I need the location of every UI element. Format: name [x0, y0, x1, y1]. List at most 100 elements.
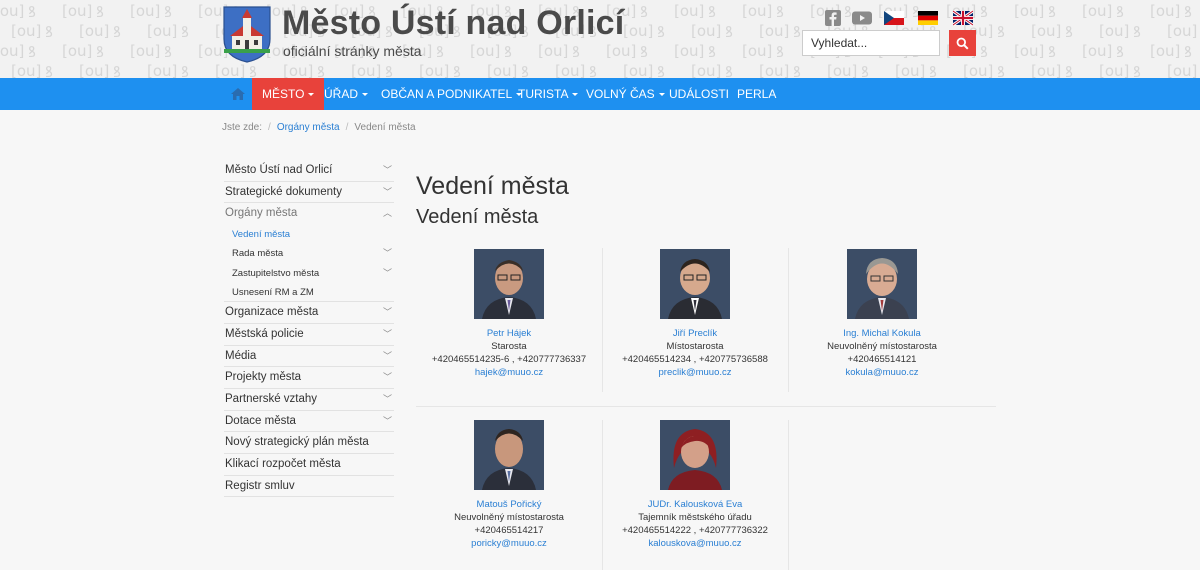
sidebar-item-organy-mesta[interactable]: Orgány města ︿ — [224, 203, 394, 225]
breadcrumb-link-organy-mesta[interactable]: Orgány města — [277, 122, 340, 133]
person-name[interactable]: Ing. Michal Kokula — [789, 327, 975, 340]
nav-item-urad[interactable]: ÚŘAD — [324, 78, 369, 110]
person-photo[interactable] — [474, 420, 544, 490]
pattern-mark: ꝸ — [980, 43, 988, 61]
pattern-mark: [ou] — [623, 22, 654, 40]
nav-home-button[interactable] — [226, 78, 250, 110]
sidebar-item-strategicky-plan[interactable]: Nový strategický plán města — [224, 432, 394, 455]
sidebar-item-partnerske-vztahy[interactable]: Partnerské vztahy ﹀ — [224, 389, 394, 411]
city-coat-of-arms-logo[interactable] — [222, 5, 272, 63]
sidebar-item-mesto-usti[interactable]: Město Ústí nad Orlicí ﹀ — [224, 160, 394, 182]
site-title[interactable]: Město Ústí nad Orlicí — [282, 4, 624, 43]
sidebar-item-strategicke-dokumenty[interactable]: Strategické dokumenty ﹀ — [224, 182, 394, 204]
person-photo[interactable] — [660, 420, 730, 490]
sidebar-subitem-vedeni-mesta[interactable]: Vedení města — [224, 225, 394, 244]
search-input[interactable] — [802, 30, 940, 56]
sidebar-item-media[interactable]: Média ﹀ — [224, 346, 394, 368]
nav-item-obcan-a-podnikatel[interactable]: OBČAN A PODNIKATEL — [381, 78, 523, 110]
site-subtitle: oficiální stránky města — [283, 43, 422, 59]
pattern-mark: [ou] — [0, 2, 25, 20]
nav-item-volny-cas[interactable]: VOLNÝ ČAS — [586, 78, 665, 110]
caret-down-icon — [362, 93, 369, 97]
person-name[interactable]: Petr Hájek — [416, 327, 602, 340]
pattern-mark: ꝸ — [708, 43, 716, 61]
pattern-mark: [ou] — [691, 62, 722, 78]
pattern-mark: ꝸ — [181, 23, 189, 41]
person-role: Neuvolněný místostarosta — [827, 341, 937, 352]
pattern-mark: ꝸ — [640, 43, 648, 61]
sidebar-subitem-usneseni[interactable]: Usnesení RM a ZM — [224, 283, 394, 303]
person-phone: +420465514217 — [474, 525, 544, 536]
pattern-mark: ꝸ — [96, 3, 104, 21]
person-email[interactable]: preclik@muuo.cz — [602, 366, 788, 379]
pattern-mark: [ou] — [1014, 42, 1045, 60]
nav-item-turista[interactable]: TURISTA — [518, 78, 579, 110]
pattern-mark: [ou] — [623, 62, 654, 78]
pattern-mark: [ou] — [1031, 22, 1062, 40]
flag-czech-icon[interactable] — [884, 10, 904, 26]
pattern-mark: ꝸ — [164, 43, 172, 61]
person-name[interactable]: JUDr. Kalousková Eva — [602, 498, 788, 511]
flag-english-icon[interactable] — [953, 10, 973, 26]
pattern-mark: ꝸ — [28, 3, 36, 21]
pattern-mark: ꝸ — [45, 63, 53, 78]
person-role: Starosta — [491, 341, 527, 352]
flag-german-icon[interactable] — [918, 10, 938, 26]
pattern-mark: ꝸ — [1184, 43, 1192, 61]
pattern-mark: ꝸ — [317, 63, 325, 78]
nav-item-udalosti[interactable]: UDÁLOSTI — [669, 78, 729, 110]
person-email[interactable]: kokula@muuo.cz — [789, 366, 975, 379]
person-phone: +420465514235-6 , +420777736337 — [431, 354, 587, 365]
card-divider — [788, 420, 789, 570]
facebook-icon[interactable] — [823, 10, 843, 26]
pattern-mark: ꝸ — [504, 43, 512, 61]
sidebar-item-dotace-mesta[interactable]: Dotace města ﹀ — [224, 411, 394, 433]
chevron-down-icon: ﹀ — [382, 415, 392, 426]
pattern-mark: ꝸ — [1048, 43, 1056, 61]
pattern-mark: ꝸ — [1048, 3, 1056, 21]
pattern-mark: [ou] — [419, 62, 450, 78]
pattern-mark: [ou] — [742, 42, 773, 60]
nav-item-perla[interactable]: PERLA — [737, 78, 776, 110]
pattern-mark: [ou] — [742, 2, 773, 20]
pattern-mark: [ou] — [691, 22, 722, 40]
sidebar-menu: Město Ústí nad Orlicí ﹀ Strategické dokum… — [224, 160, 394, 498]
person-name[interactable]: Matouš Pořický — [416, 498, 602, 511]
pattern-mark: ꝸ — [113, 23, 121, 41]
person-email[interactable]: poricky@muuo.cz — [416, 537, 602, 550]
pattern-mark: [ou] — [79, 22, 110, 40]
pattern-mark: [ou] — [1082, 42, 1113, 60]
pattern-mark: [ou] — [470, 42, 501, 60]
pattern-mark: [ou] — [62, 2, 93, 20]
person-email[interactable]: kalouskova@muuo.cz — [602, 537, 788, 550]
search-button[interactable] — [949, 30, 976, 56]
sidebar-item-registr-smluv[interactable]: Registr smluv — [224, 476, 394, 498]
sidebar-item-organizace-mesta[interactable]: Organizace města ﹀ — [224, 302, 394, 324]
sidebar-subitem-rada-mesta[interactable]: Rada města ﹀ — [224, 244, 394, 263]
person-photo[interactable] — [660, 249, 730, 319]
breadcrumb: Jste zde: / Orgány města / Vedení města — [222, 122, 416, 133]
caret-down-icon — [658, 93, 665, 97]
pattern-mark: [ou] — [555, 62, 586, 78]
sidebar-item-klikaci-rozpocet[interactable]: Klikací rozpočet města — [224, 454, 394, 476]
chevron-down-icon: ﹀ — [382, 186, 392, 197]
youtube-icon[interactable] — [852, 10, 872, 26]
pattern-mark: ꝸ — [640, 3, 648, 21]
sidebar-subitem-zastupitelstvo[interactable]: Zastupitelstvo města ﹀ — [224, 264, 394, 283]
pattern-mark: ꝸ — [861, 63, 869, 78]
chevron-up-icon: ︿ — [382, 208, 392, 219]
person-name[interactable]: Jiří Preclík — [602, 327, 788, 340]
person-email[interactable]: hajek@muuo.cz — [416, 366, 602, 379]
pattern-mark: ꝸ — [45, 23, 53, 41]
chevron-down-icon: ﹀ — [382, 394, 392, 404]
person-photo[interactable] — [474, 249, 544, 319]
pattern-mark: ꝸ — [1065, 23, 1073, 41]
person-card: Petr Hájek Starosta +420465514235-6 , +4… — [416, 249, 602, 379]
pattern-mark: [ou] — [1167, 62, 1198, 78]
sidebar-item-mestska-policie[interactable]: Městská policie ﹀ — [224, 324, 394, 346]
nav-item-mesto[interactable]: MĚSTO — [252, 78, 325, 110]
pattern-mark: ꝸ — [436, 43, 444, 61]
sidebar-item-projekty-mesta[interactable]: Projekty města ﹀ — [224, 367, 394, 389]
person-photo[interactable] — [847, 249, 917, 319]
person-role: Neuvolněný místostarosta — [454, 512, 564, 523]
